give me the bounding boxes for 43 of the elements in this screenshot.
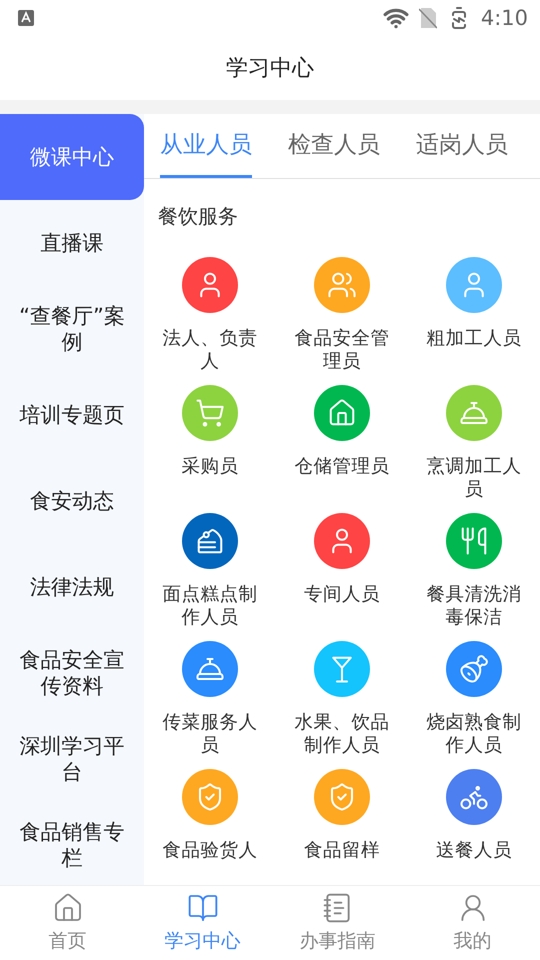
role-label[interactable]: 仓储管理员 xyxy=(292,455,392,478)
role-label[interactable]: 传菜服务人员 xyxy=(160,711,260,757)
role-label[interactable]: 烧卤熟食制作人员 xyxy=(424,711,524,757)
sidebar-item[interactable]: 直播课 xyxy=(0,200,144,286)
category-tab[interactable]: 从业人员 xyxy=(160,114,252,178)
category-tab[interactable]: 检查人员 xyxy=(288,114,380,178)
sidebar-item[interactable]: 食安动态 xyxy=(0,458,144,544)
cake-icon xyxy=(195,526,225,556)
sidebar-item[interactable]: 法律法规 xyxy=(0,544,144,630)
role-label[interactable]: 粗加工人员 xyxy=(424,327,524,350)
role-label[interactable]: 餐具清洗消毒保洁 xyxy=(424,583,524,629)
app-notification-icon xyxy=(18,10,34,26)
role-label[interactable]: 烹调加工人员 xyxy=(424,455,524,501)
role-label[interactable]: 专间人员 xyxy=(292,583,392,606)
section-title: 餐饮服务 xyxy=(158,204,238,228)
role-label[interactable]: 法人、负责人 xyxy=(160,327,260,373)
role-label[interactable]: 采购员 xyxy=(160,455,260,478)
role-label[interactable]: 食品验货人 xyxy=(160,839,260,862)
category-tab[interactable]: 适岗人员 xyxy=(416,114,508,178)
no-sim-icon xyxy=(418,7,437,29)
sidebar-item[interactable]: 深圳学习平台 xyxy=(0,716,144,802)
fork-spoon-icon xyxy=(459,526,489,556)
sidebar-item[interactable]: 微课中心 xyxy=(0,114,144,200)
sidebar-item[interactable]: 食品销售专栏 xyxy=(0,802,144,888)
role-label[interactable]: 送餐人员 xyxy=(424,839,524,862)
page-title: 学习中心 xyxy=(226,55,314,83)
nav-tab[interactable]: 办事指南 xyxy=(270,886,405,960)
role-label[interactable]: 食品安全管理员 xyxy=(292,327,392,373)
nav-tab[interactable]: 我的 xyxy=(405,886,540,960)
clock-time: 4:10 xyxy=(480,6,528,30)
ham-icon xyxy=(459,654,489,684)
sidebar-item[interactable]: “查餐厅”案例 xyxy=(0,286,144,372)
role-label[interactable]: 食品留样 xyxy=(292,839,392,862)
role-label[interactable]: 水果、饮品制作人员 xyxy=(292,711,392,757)
sidebar-item[interactable]: 食品安全宣传资料 xyxy=(0,630,144,716)
sidebar-item[interactable]: 培训专题页 xyxy=(0,372,144,458)
nav-tab[interactable]: 首页 xyxy=(0,886,135,960)
people-icon xyxy=(327,270,357,300)
cart-icon xyxy=(195,398,225,428)
house-icon xyxy=(327,398,357,428)
nav-tab[interactable]: 学习中心 xyxy=(135,886,270,960)
book-icon xyxy=(186,892,218,924)
role-label[interactable]: 面点糕点制作人员 xyxy=(160,583,260,629)
